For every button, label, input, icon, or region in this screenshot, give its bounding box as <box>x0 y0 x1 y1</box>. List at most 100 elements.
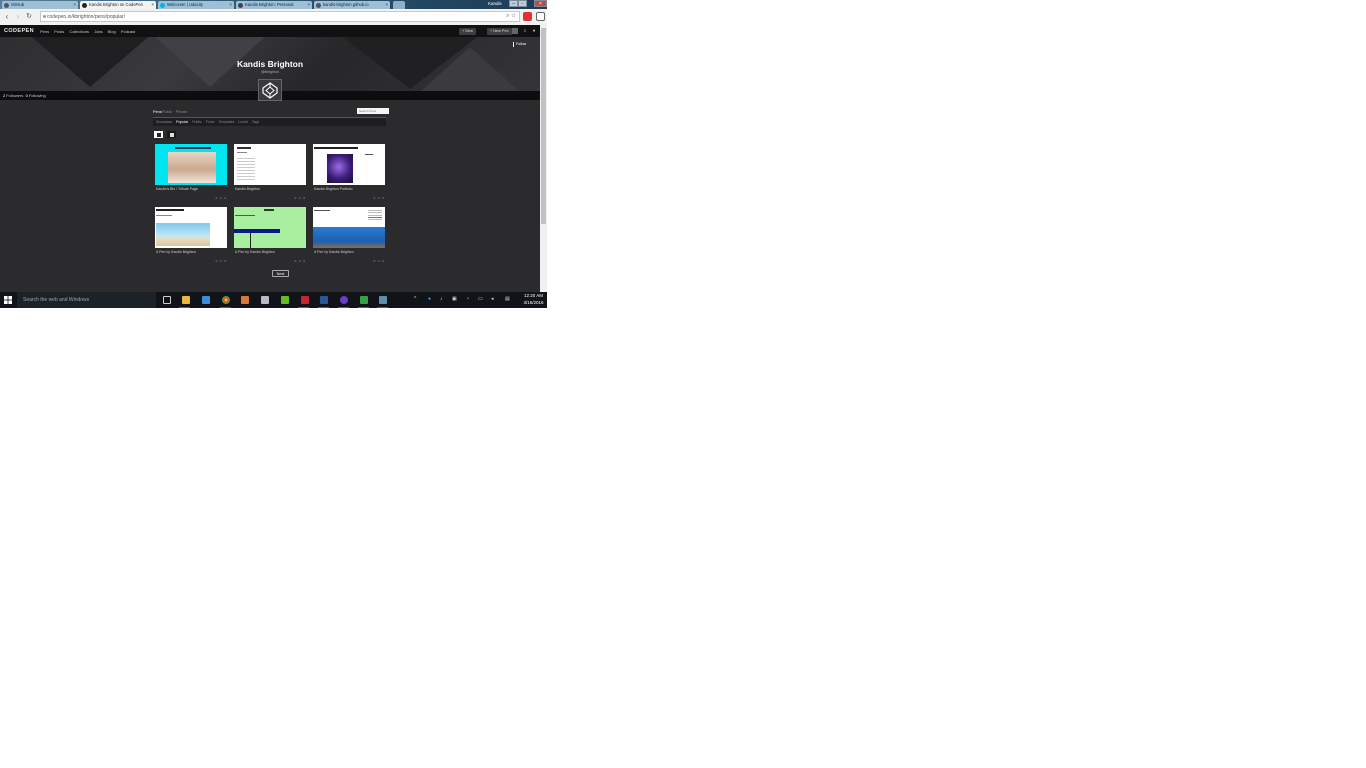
close-icon[interactable]: × <box>151 1 154 9</box>
follow-button[interactable]: Follow <box>513 42 528 47</box>
url-input[interactable] <box>41 12 487 21</box>
sort-templates[interactable]: Templates <box>218 120 234 124</box>
forward-arrow-icon[interactable]: › <box>14 12 22 21</box>
following-count[interactable]: 0 <box>26 93 28 98</box>
volume-icon[interactable]: ◂ <box>491 296 494 302</box>
windows-start-icon[interactable] <box>4 296 12 304</box>
new-tab-button[interactable] <box>393 1 405 9</box>
pen-card[interactable]: A Pen by Kandis Brighton 0 · 2 · 0 <box>155 207 227 264</box>
close-icon[interactable]: × <box>73 1 76 9</box>
followers-label[interactable]: Followers <box>6 93 23 98</box>
filezilla-icon[interactable] <box>301 296 309 304</box>
close-icon[interactable]: × <box>385 1 388 9</box>
tab-codepen[interactable]: Kandis Brighton on CodePen × <box>80 1 156 9</box>
pen-stats: 0 · 2 · 0 <box>373 259 384 263</box>
pen-title[interactable]: Kandis Brighton Portfolio <box>314 187 353 191</box>
chrome-icon[interactable] <box>222 296 230 304</box>
pen-title[interactable]: A Pen by Kandis Brighton <box>235 250 275 254</box>
sort-public[interactable]: Public <box>192 120 202 124</box>
app-icon[interactable] <box>379 296 387 304</box>
following-label[interactable]: Following <box>29 93 46 98</box>
app-icon[interactable] <box>261 296 269 304</box>
pen-title[interactable]: Kandis Brighton <box>235 187 260 191</box>
next-page-button[interactable]: Next <box>272 270 289 277</box>
pen-title[interactable]: Kandis's Bio / Tribute Page <box>156 187 198 191</box>
pen-thumbnail[interactable] <box>155 144 227 185</box>
close-icon[interactable]: × <box>229 1 232 9</box>
profile-avatar[interactable] <box>258 79 282 101</box>
pen-thumbnail[interactable] <box>313 207 385 248</box>
app-icon[interactable] <box>360 296 368 304</box>
scrollbar-thumb[interactable] <box>541 28 546 224</box>
tab-github[interactable]: GitHub × <box>2 1 78 9</box>
extension-icon[interactable] <box>523 12 532 21</box>
tray-app-icon[interactable]: ♪ <box>440 296 443 302</box>
pen-card[interactable]: Kandis's Bio / Tribute Page 0 · 2 · 0 <box>155 144 227 201</box>
app-icon[interactable] <box>241 296 249 304</box>
reload-icon[interactable]: ↻ <box>25 12 33 21</box>
filter-label[interactable]: Pens <box>153 110 162 114</box>
pen-thumbnail[interactable] <box>234 207 306 248</box>
chrome-user-name[interactable]: Kandis <box>488 0 502 7</box>
nav-podcast[interactable]: Podcast <box>121 29 135 34</box>
chrome-menu-icon[interactable] <box>536 12 545 21</box>
tray-app-icon[interactable]: ● <box>428 296 431 302</box>
pen-title[interactable]: A Pen by Kandis Brighton <box>314 250 354 254</box>
pen-card[interactable]: Kandis Brighton 0 · 2 · 0 <box>234 144 306 201</box>
pen-thumbnail[interactable] <box>155 207 227 248</box>
taskbar-clock[interactable]: 12:20 AM 3/16/2016 <box>521 293 546 306</box>
user-avatar-icon[interactable] <box>512 28 518 34</box>
network-icon[interactable]: ◔ <box>466 296 469 302</box>
tab-github-io[interactable]: kandis-brighton.github.io × <box>314 1 390 9</box>
pen-card[interactable]: A Pen by Kandis Brighton 0 · 2 · 0 <box>234 207 306 264</box>
sort-tags[interactable]: Tags <box>252 120 259 124</box>
codepen-logo[interactable]: CODEPEN <box>4 28 34 34</box>
sort-forks[interactable]: Forks <box>206 120 215 124</box>
notification-bell-icon[interactable]: ♦ <box>531 28 537 34</box>
new-pen-button[interactable]: + New Pen <box>487 27 512 35</box>
maximize-button[interactable]: ▫ <box>518 0 527 7</box>
sort-popular[interactable]: Popular <box>176 120 188 124</box>
tray-chevron-icon[interactable]: ^ <box>414 296 416 302</box>
address-bar[interactable]: ⌕ ☆ <box>40 11 520 22</box>
list-view-toggle[interactable] <box>167 131 176 138</box>
store-icon[interactable] <box>202 296 210 304</box>
sort-loved[interactable]: Loved <box>238 120 248 124</box>
new-button[interactable]: + New <box>459 27 476 35</box>
tab-udacity[interactable]: Welcome! | Udacity × <box>158 1 234 9</box>
grid-view-toggle[interactable] <box>154 131 163 138</box>
pen-thumbnail[interactable] <box>313 144 385 185</box>
window-close-button[interactable]: × <box>534 0 547 7</box>
search-and-star-icons[interactable]: ⌕ ☆ <box>506 12 516 21</box>
nav-collections[interactable]: Collections <box>69 29 89 34</box>
pen-card[interactable]: Kandis Brighton Portfolio 0 · 2 · 0 <box>313 144 385 201</box>
word-icon[interactable] <box>320 296 328 304</box>
profile-handle[interactable]: @kbrighton <box>225 70 315 74</box>
search-icon[interactable]: ⌕ <box>522 28 528 34</box>
pen-thumbnail[interactable] <box>234 144 306 185</box>
close-icon[interactable]: × <box>307 1 310 9</box>
back-arrow-icon[interactable]: ‹ <box>3 12 11 21</box>
pen-card[interactable]: A Pen by Kandis Brighton 0 · 2 · 0 <box>313 207 385 264</box>
nav-jobs[interactable]: Jobs <box>94 29 102 34</box>
minimize-button[interactable]: – <box>509 0 518 7</box>
tray-app-icon[interactable]: ▣ <box>452 296 457 302</box>
app-icon[interactable] <box>340 296 348 304</box>
task-view-icon[interactable] <box>163 296 171 304</box>
search-input[interactable] <box>357 108 389 114</box>
nav-pens[interactable]: Pens <box>40 29 49 34</box>
taskbar-search-box[interactable]: Search the web and Windows <box>17 292 156 308</box>
page-info-icon[interactable] <box>42 14 46 18</box>
filter-visibility[interactable]: Public · Private <box>162 110 188 114</box>
page-scrollbar[interactable] <box>540 25 547 292</box>
battery-icon[interactable]: ▭ <box>478 296 483 302</box>
followers-count[interactable]: 2 <box>3 93 5 98</box>
app-icon[interactable] <box>281 296 289 304</box>
pen-title[interactable]: A Pen by Kandis Brighton <box>156 250 196 254</box>
tab-personal[interactable]: Kandis Brighton: Personal × <box>236 1 312 9</box>
nav-blog[interactable]: Blog <box>108 29 116 34</box>
nav-posts[interactable]: Posts <box>54 29 64 34</box>
file-explorer-icon[interactable] <box>182 296 190 304</box>
action-center-icon[interactable]: ▤ <box>505 296 510 302</box>
sort-showcase[interactable]: Showcase <box>156 120 172 124</box>
